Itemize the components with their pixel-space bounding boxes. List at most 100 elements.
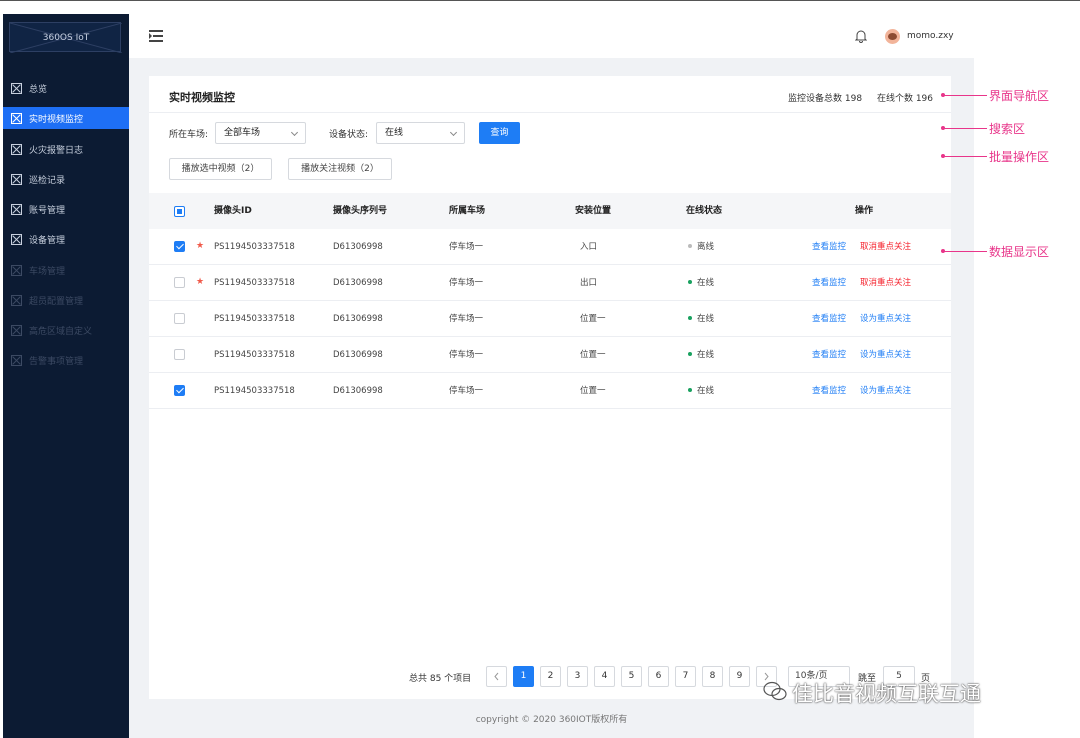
page-button[interactable]: 4 — [594, 666, 615, 687]
sidebar-item-label: 总览 — [29, 84, 48, 95]
camera-id-cell: PS1194503337518 — [214, 314, 295, 324]
sidebar-item[interactable]: 总览 — [3, 77, 129, 99]
camera-id-cell: PS1194503337518 — [214, 278, 295, 288]
row-checkbox[interactable] — [174, 313, 185, 324]
page-button[interactable]: 3 — [567, 666, 588, 687]
bell-icon[interactable] — [855, 29, 867, 43]
location-cell: 出口 — [580, 278, 598, 288]
camera-id-cell: PS1194503337518 — [214, 386, 295, 396]
lot-select[interactable]: 全部车场 — [215, 122, 306, 144]
table-row: PS1194503337518 D61306998 停车场一 位置一 在线 查看监控 设为重… — [149, 301, 951, 337]
lot-filter-label: 所在车场: — [169, 130, 209, 140]
table-header: 摄像头ID 摄像头序列号 所属车场 安装位置 在线状态 操作 — [149, 193, 951, 229]
row-checkbox[interactable] — [174, 277, 185, 288]
set-follow-link[interactable]: 设为重点关注 — [860, 301, 911, 337]
view-monitor-link[interactable]: 查看监控 — [812, 373, 846, 409]
play-followed-button[interactable]: 播放关注视频（2） — [288, 158, 392, 180]
page-button[interactable]: 8 — [702, 666, 723, 687]
sidebar: 360OS IoT 总览实时视频监控火灾报警日志 巡检记录账号管理设备管理车场管理… — [3, 14, 129, 738]
query-button[interactable]: 查询 — [479, 122, 520, 144]
placeholder-icon — [11, 233, 22, 245]
annotation-line — [943, 128, 987, 129]
status-select[interactable]: 在线 — [376, 122, 465, 144]
sidebar-item[interactable]: 巡检记录 — [3, 168, 129, 190]
avatar[interactable] — [885, 29, 900, 44]
table-row: ★ PS1194503337518 D61306998 停车场一 出口 在线 查看监控 取消重… — [149, 265, 951, 301]
page-button[interactable]: 2 — [540, 666, 561, 687]
username[interactable]: momo.zxy — [907, 31, 954, 41]
serial-cell: D61306998 — [333, 314, 383, 324]
placeholder-icon — [11, 203, 22, 215]
content-panel: 实时视频监控 监控设备总数 198 在线个数 196 所在车场: 全部车场 设备… — [149, 76, 951, 699]
placeholder-icon — [11, 82, 22, 94]
status-dot-icon — [688, 243, 692, 248]
status-cell: 在线 — [688, 301, 714, 337]
view-monitor-link[interactable]: 查看监控 — [812, 229, 846, 265]
sidebar-item-label: 高危区域自定义 — [29, 326, 93, 337]
placeholder-icon — [11, 173, 22, 185]
view-monitor-link[interactable]: 查看监控 — [812, 301, 846, 337]
sidebar-item[interactable]: 账号管理 — [3, 198, 129, 220]
sidebar-item: 车场管理 — [3, 259, 129, 281]
status-cell: 在线 — [688, 373, 714, 409]
select-all-checkbox[interactable] — [174, 206, 185, 217]
col-location: 安装位置 — [575, 206, 612, 216]
stats-online: 在线个数 196 — [876, 94, 933, 104]
view-monitor-link[interactable]: 查看监控 — [812, 265, 846, 301]
row-checkbox[interactable] — [174, 349, 185, 360]
annotation-line — [943, 156, 987, 157]
title-divider — [149, 112, 951, 113]
sidebar-item-label: 巡检记录 — [29, 175, 66, 186]
status-text: 在线 — [697, 278, 715, 288]
annotation-data: 数据显示区 — [989, 245, 1050, 259]
view-monitor-link[interactable]: 查看监控 — [812, 337, 846, 373]
serial-cell: D61306998 — [333, 278, 383, 288]
page-button[interactable]: 6 — [648, 666, 669, 687]
col-serial: 摄像头序列号 — [333, 206, 388, 216]
col-camera-id: 摄像头ID — [214, 206, 252, 216]
placeholder-icon — [11, 324, 22, 336]
cancel-follow-link[interactable]: 取消重点关注 — [860, 265, 911, 301]
lot-cell: 停车场一 — [449, 386, 484, 396]
annotation-line — [943, 251, 987, 252]
serial-cell: D61306998 — [333, 386, 383, 396]
logo: 360OS IoT — [9, 22, 122, 53]
lot-cell: 停车场一 — [449, 278, 484, 288]
star-icon: ★ — [196, 241, 205, 251]
annotation-line — [943, 95, 987, 96]
sidebar-item-label: 设备管理 — [29, 235, 66, 246]
placeholder-icon — [11, 143, 22, 155]
set-follow-link[interactable]: 设为重点关注 — [860, 337, 911, 373]
pagination-total: 总共 85 个项目 — [409, 674, 472, 684]
watermark-text: 佳比音视频互联互通 — [792, 682, 981, 706]
col-status: 在线状态 — [686, 206, 723, 216]
sidebar-item[interactable]: 火灾报警日志 — [3, 138, 129, 160]
logo-text: 360OS IoT — [42, 33, 90, 43]
page-button[interactable]: 5 — [621, 666, 642, 687]
set-follow-link[interactable]: 设为重点关注 — [860, 373, 911, 409]
top-header: momo.zxy — [129, 14, 974, 58]
sidebar-item-label: 超员配置管理 — [29, 296, 84, 307]
sidebar-item-label: 火灾报警日志 — [29, 145, 84, 156]
row-checkbox[interactable] — [174, 241, 185, 252]
prev-page-button[interactable] — [486, 666, 507, 687]
play-selected-button[interactable]: 播放选中视频（2） — [169, 158, 272, 180]
sidebar-item-label: 账号管理 — [29, 205, 66, 216]
status-text: 在线 — [697, 314, 715, 324]
row-checkbox[interactable] — [174, 385, 185, 396]
page-button[interactable]: 1 — [513, 666, 534, 687]
menu-toggle-icon[interactable] — [149, 30, 163, 42]
sidebar-item: 高危区域自定义 — [3, 319, 129, 341]
placeholder-icon — [11, 294, 22, 306]
cancel-follow-link[interactable]: 取消重点关注 — [860, 229, 911, 265]
page-title: 实时视频监控 — [169, 91, 235, 104]
page-button[interactable]: 9 — [729, 666, 750, 687]
page-button[interactable]: 7 — [675, 666, 696, 687]
placeholder-icon — [11, 264, 22, 276]
status-filter-label: 设备状态: — [329, 130, 369, 140]
status-dot-icon — [688, 351, 692, 356]
table-row: PS1194503337518 D61306998 停车场一 位置一 在线 查看监控 设为重… — [149, 337, 951, 373]
sidebar-item[interactable]: 设备管理 — [3, 228, 129, 250]
status-cell: 在线 — [688, 265, 714, 301]
sidebar-item[interactable]: 实时视频监控 — [3, 107, 129, 129]
